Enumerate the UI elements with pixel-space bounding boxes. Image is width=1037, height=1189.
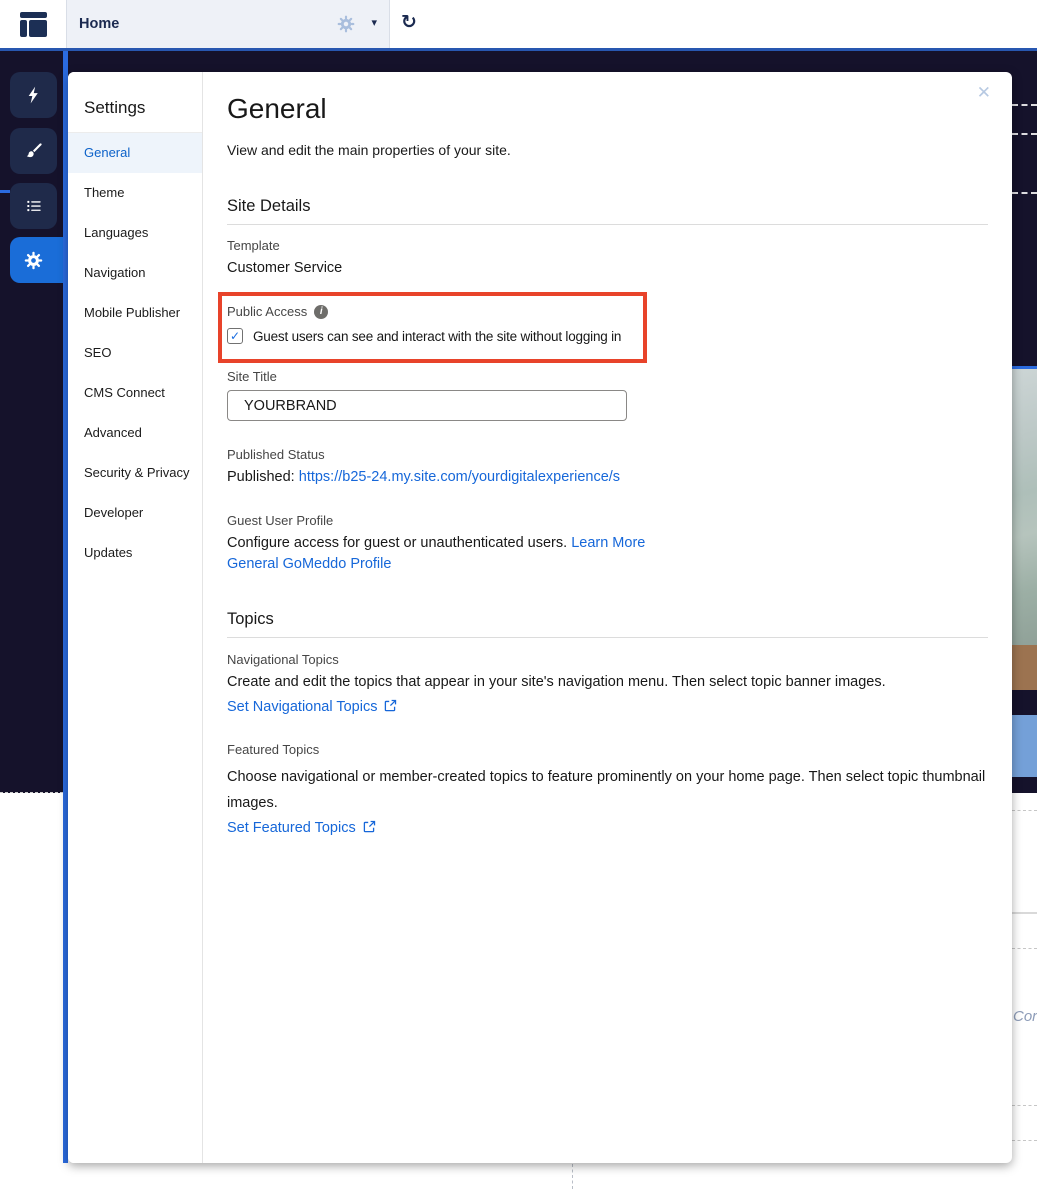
page-title: General: [227, 93, 327, 124]
logo-shape: [20, 12, 47, 18]
bg-dashed-line: [1012, 810, 1037, 811]
settings-nav-title: Settings: [68, 72, 202, 133]
sidebar-item-mobile-publisher[interactable]: Mobile Publisher: [68, 293, 202, 333]
settings-nav: Settings General Theme Languages Navigat…: [68, 72, 203, 1163]
public-access-checkbox-label[interactable]: Guest users can see and interact with th…: [253, 329, 621, 344]
featured-topics-text: Choose navigational or member-created to…: [227, 769, 986, 811]
paintbrush-icon: [26, 143, 42, 158]
bg-text-fragment: Cor: [1013, 1008, 1037, 1025]
page-settings-gear-icon[interactable]: [336, 14, 356, 34]
set-navigational-topics-link[interactable]: Set Navigational Topics: [227, 699, 377, 716]
experience-builder-logo[interactable]: [20, 12, 47, 37]
bg-hero-image: [1012, 369, 1037, 645]
current-page-tab[interactable]: Home ▾: [66, 0, 390, 48]
sidebar-item-developer[interactable]: Developer: [68, 493, 202, 533]
sidebar-item-general[interactable]: General: [68, 133, 202, 173]
sidebar-item-navigation[interactable]: Navigation: [68, 253, 202, 293]
guest-profile-link[interactable]: General GoMeddo Profile: [227, 556, 391, 572]
bg-dashed-line: [1012, 192, 1037, 194]
section-divider: [227, 637, 988, 638]
bg-dark-band: [1012, 777, 1037, 791]
sidebar-item-cms-connect[interactable]: CMS Connect: [68, 373, 202, 413]
featured-topics-label: Featured Topics: [227, 742, 320, 757]
current-page-label: Home: [79, 16, 120, 32]
logo-shape: [29, 20, 47, 37]
external-link-icon: [363, 820, 376, 838]
refresh-icon[interactable]: ↻: [401, 11, 417, 33]
lightning-bolt-icon: [28, 86, 38, 104]
sidebar-item-theme[interactable]: Theme: [68, 173, 202, 213]
backdrop-dashed-edge: [0, 792, 63, 793]
public-access-label: Public Access: [227, 304, 308, 319]
gear-icon: [24, 251, 43, 269]
guest-user-profile-text: Configure access for guest or unauthenti…: [227, 535, 568, 551]
rail-settings-button[interactable]: [10, 237, 68, 283]
bg-dashed-line: [1012, 1140, 1037, 1141]
bg-dashed-vline: [572, 1164, 573, 1189]
site-title-label: Site Title: [227, 369, 277, 384]
navigational-topics-text: Create and edit the topics that appear i…: [227, 674, 886, 690]
rail-components-button[interactable]: [10, 72, 57, 118]
list-icon: [26, 200, 41, 212]
bg-image-band: [1012, 645, 1037, 690]
published-status-label: Published Status: [227, 447, 325, 462]
public-access-highlight-box: Public Access i ✓ Guest users can see an…: [218, 292, 647, 363]
site-details-heading: Site Details: [227, 197, 311, 215]
rail-theme-button[interactable]: [10, 128, 57, 174]
bg-dark-band: [1012, 690, 1037, 715]
bg-dashed-line: [1012, 133, 1037, 135]
rail-page-structure-button[interactable]: [10, 183, 57, 229]
navigational-topics-label: Navigational Topics: [227, 652, 339, 667]
template-label: Template: [227, 238, 280, 253]
sidebar-item-seo[interactable]: SEO: [68, 333, 202, 373]
public-access-checkbox[interactable]: ✓: [227, 328, 243, 344]
sidebar-item-advanced[interactable]: Advanced: [68, 413, 202, 453]
bg-section-line: [1012, 912, 1037, 914]
bg-dashed-line: [1012, 104, 1037, 106]
sidebar-item-updates[interactable]: Updates: [68, 533, 202, 573]
top-bar-accent-line: [0, 48, 1037, 51]
bg-blue-band: [1012, 715, 1037, 777]
builder-top-bar: Home ▾ ↻: [0, 0, 1037, 48]
bg-dashed-line: [1012, 1105, 1037, 1106]
published-url-link[interactable]: https://b25-24.my.site.com/yourdigitalex…: [299, 469, 620, 485]
template-value: Customer Service: [227, 260, 343, 276]
info-icon[interactable]: i: [314, 304, 329, 319]
page-description: View and edit the main properties of you…: [227, 142, 511, 158]
checkmark-icon: ✓: [229, 329, 241, 343]
learn-more-link[interactable]: Learn More: [571, 535, 645, 551]
sidebar-item-security-privacy[interactable]: Security & Privacy: [68, 453, 202, 493]
chevron-down-icon[interactable]: ▾: [371, 16, 377, 29]
settings-panel: ✕ Settings General Theme Languages Navig…: [68, 72, 1012, 1163]
published-prefix: Published:: [227, 469, 295, 485]
site-title-input[interactable]: [227, 390, 627, 421]
external-link-icon: [384, 699, 397, 717]
bg-dashed-line: [1012, 948, 1037, 949]
guest-user-profile-label: Guest User Profile: [227, 513, 334, 528]
settings-content: General View and edit the main propertie…: [218, 72, 988, 838]
section-divider: [227, 224, 988, 225]
logo-shape: [20, 20, 27, 37]
sidebar-item-languages[interactable]: Languages: [68, 213, 202, 253]
set-featured-topics-link[interactable]: Set Featured Topics: [227, 820, 356, 837]
rail-accent-line: [0, 190, 10, 193]
topics-heading: Topics: [227, 610, 274, 628]
